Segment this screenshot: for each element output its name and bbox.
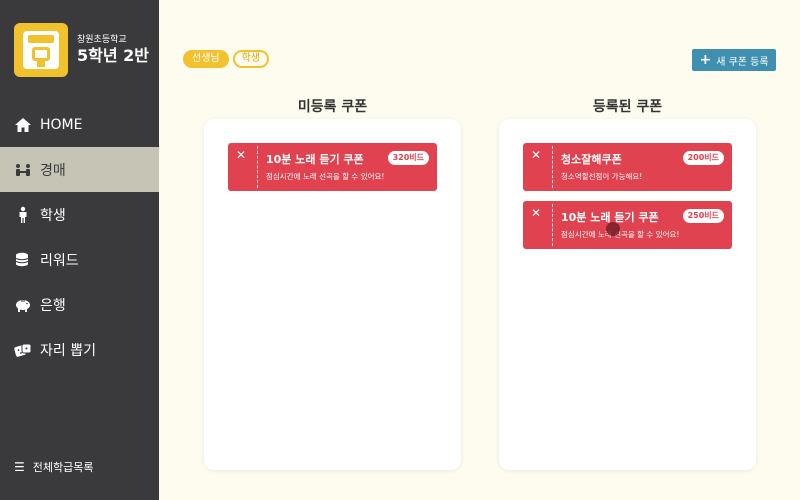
coins-icon [14,251,32,269]
sidebar-item-label: 은행 [40,297,66,314]
sidebar-item-label: 자리 뽑기 [40,342,96,359]
piggy-bank-icon [14,296,32,314]
brand[interactable]: 창원초등학교 5학년 2반 [14,23,149,77]
sidebar-item-label: 학생 [40,207,66,224]
sidebar-item-home[interactable]: HOME [0,102,159,147]
sidebar-item-label: 리워드 [40,252,79,269]
unregistered-title: 미등록 쿠폰 [297,99,368,115]
coupon-card[interactable]: ✕ 청소잘해쿠폰 200비드 청소역할선점이 가능해요! [523,143,732,191]
registered-title: 등록된 쿠폰 [592,99,663,115]
coupon-desc: 점심시간에 노래 선곡을 할 수 있어요! [561,230,680,239]
role-toggle: 선생님 학생 [183,50,270,68]
class-name: 5학년 2반 [77,46,149,65]
home-icon [14,116,32,134]
plus-icon: + [699,52,712,68]
sidebar-item-reward[interactable]: 리워드 [0,237,159,282]
coupon-price: 320비드 [387,151,429,165]
coupon-price: 200비드 [682,151,724,165]
close-icon[interactable]: ✕ [236,148,246,162]
close-icon[interactable]: ✕ [531,206,541,220]
sidebar-item-seat[interactable]: 자리 뽑기 [0,327,159,372]
sidebar: 창원초등학교 5학년 2반 HOME 경매 학생 리워드 은행 자리 뽑기 ☰ … [0,0,159,500]
auction-icon [14,161,32,179]
coupon-desc: 청소역할선점이 가능해요! [561,172,643,181]
school-logo [14,23,68,77]
student-toggle[interactable]: 학생 [232,50,270,68]
add-coupon-button[interactable]: + 새 쿠폰 등록 [692,49,776,71]
sidebar-item-student[interactable]: 학생 [0,192,159,237]
coupon-price: 250비드 [682,209,724,223]
coupon-card[interactable]: ✕ 10분 노래 듣기 쿠폰 250비드 점심시간에 노래 선곡을 할 수 있어… [523,201,732,249]
sidebar-item-label: HOME [40,116,83,133]
add-coupon-label: 새 쿠폰 등록 [716,56,769,68]
sidebar-item-bank[interactable]: 은행 [0,282,159,327]
school-name: 창원초등학교 [77,35,127,45]
registered-panel: ✕ 청소잘해쿠폰 200비드 청소역할선점이 가능해요! ✕ 10분 노래 듣기… [499,119,756,470]
sidebar-item-label: 경매 [40,162,66,179]
coupon-desc: 점심시간에 노래 선곡을 할 수 있어요! [266,172,385,181]
student-icon [14,206,32,224]
close-icon[interactable]: ✕ [531,148,541,162]
class-list-link[interactable]: ☰ 전체학급목록 [14,459,94,475]
dice-icon [14,341,32,359]
menu-icon: ☰ [14,460,25,474]
sidebar-item-auction[interactable]: 경매 [0,147,159,192]
teacher-toggle[interactable]: 선생님 [183,50,229,68]
coupon-name: 청소잘해쿠폰 [561,153,622,166]
class-list-label: 전체학급목록 [32,461,94,474]
cursor-indicator [606,222,620,236]
coupon-name: 10분 노래 듣기 쿠폰 [266,153,364,166]
sidebar-nav: HOME 경매 학생 리워드 은행 자리 뽑기 [0,102,159,372]
coupon-card[interactable]: ✕ 10분 노래 듣기 쿠폰 320비드 점심시간에 노래 선곡을 할 수 있어… [228,143,437,191]
unregistered-panel: ✕ 10분 노래 듣기 쿠폰 320비드 점심시간에 노래 선곡을 할 수 있어… [204,119,461,470]
